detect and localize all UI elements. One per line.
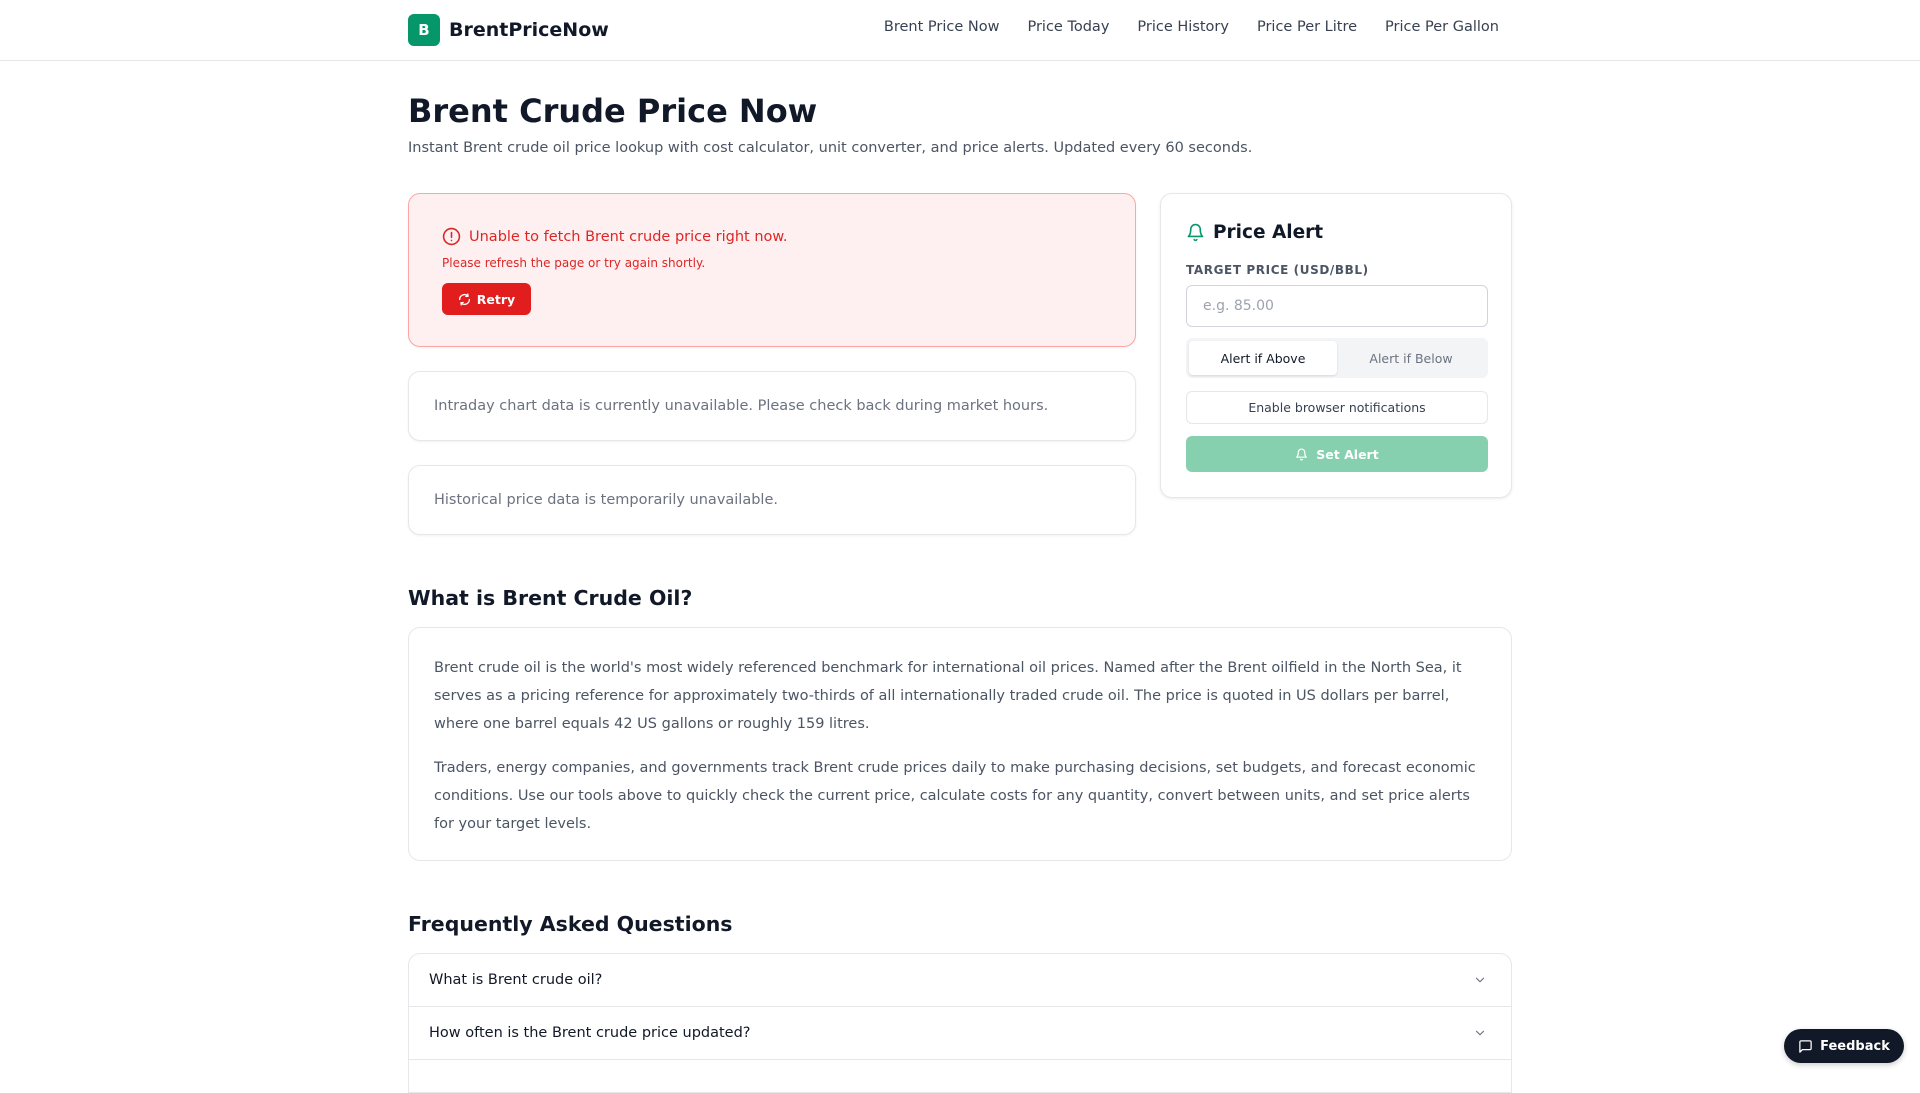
site-header: B BrentPriceNow Brent Price Now Price To… <box>0 0 1920 61</box>
error-heading: Unable to fetch Brent crude price right … <box>442 227 788 246</box>
refresh-icon <box>458 292 471 306</box>
about-section-title: What is Brent Crude Oil? <box>408 586 693 610</box>
feedback-label: Feedback <box>1820 1038 1890 1054</box>
error-title: Unable to fetch Brent crude price right … <box>469 228 788 245</box>
nav-link-price-today[interactable]: Price Today <box>1027 19 1109 35</box>
price-alert-title: Price Alert <box>1213 222 1324 243</box>
historical-data-unavailable-card: Historical price data is temporarily una… <box>408 465 1136 535</box>
price-error-card: Unable to fetch Brent crude price right … <box>408 193 1136 347</box>
brand-logo-link[interactable]: B BrentPriceNow <box>408 14 609 46</box>
faq-item[interactable]: What is Brent crude oil? <box>409 954 1511 1007</box>
chevron-down-icon <box>1473 973 1487 987</box>
faq-item[interactable]: How often is the Brent crude price updat… <box>409 1007 1511 1060</box>
main-nav: Brent Price Now Price Today Price Histor… <box>884 19 1499 35</box>
target-price-input[interactable] <box>1186 285 1488 327</box>
set-alert-label: Set Alert <box>1316 446 1379 462</box>
nav-link-price-per-gallon[interactable]: Price Per Gallon <box>1385 19 1499 35</box>
about-card: Brent crude oil is the world's most wide… <box>408 627 1512 861</box>
faq-item[interactable] <box>409 1060 1511 1092</box>
intraday-chart-unavailable-card: Intraday chart data is currently unavail… <box>408 371 1136 441</box>
retry-label: Retry <box>476 291 516 307</box>
nav-link-price-per-litre[interactable]: Price Per Litre <box>1257 19 1357 35</box>
alert-if-below-button[interactable]: Alert if Below <box>1337 341 1485 375</box>
page-title: Brent Crude Price Now <box>408 92 818 130</box>
set-alert-button[interactable]: Set Alert <box>1186 436 1488 472</box>
enable-notifications-button[interactable]: Enable browser notifications <box>1186 391 1488 424</box>
message-square-icon <box>1798 1039 1813 1054</box>
error-subtitle: Please refresh the page or try again sho… <box>442 256 706 270</box>
intraday-message: Intraday chart data is currently unavail… <box>434 398 1049 414</box>
faq-list: What is Brent crude oil? How often is th… <box>408 953 1512 1093</box>
target-price-label: TARGET PRICE (USD/BBL) <box>1186 263 1369 277</box>
alert-circle-icon <box>442 227 461 246</box>
nav-link-brent-price-now[interactable]: Brent Price Now <box>884 19 1000 35</box>
chevron-down-icon <box>1473 1026 1487 1040</box>
historical-message: Historical price data is temporarily una… <box>434 492 778 508</box>
bell-icon <box>1295 448 1308 461</box>
price-alert-panel: Price Alert TARGET PRICE (USD/BBL) Alert… <box>1160 193 1512 498</box>
retry-button[interactable]: Retry <box>442 283 531 315</box>
about-paragraph: Traders, energy companies, and governmen… <box>434 760 1476 832</box>
alert-direction-toggle: Alert if Above Alert if Below <box>1186 338 1488 378</box>
nav-link-price-history[interactable]: Price History <box>1137 19 1229 35</box>
brand-logo-mark: B <box>408 14 440 46</box>
brand-name: BrentPriceNow <box>449 19 609 41</box>
about-paragraph: Brent crude oil is the world's most wide… <box>434 660 1462 732</box>
page-subtitle: Instant Brent crude oil price lookup wit… <box>408 140 1253 156</box>
alert-if-above-button[interactable]: Alert if Above <box>1189 341 1337 375</box>
faq-question: How often is the Brent crude price updat… <box>429 1025 751 1041</box>
faq-question: What is Brent crude oil? <box>429 972 603 988</box>
faq-section-title: Frequently Asked Questions <box>408 912 733 936</box>
price-alert-heading: Price Alert <box>1186 222 1323 243</box>
bell-icon <box>1186 223 1205 242</box>
feedback-button[interactable]: Feedback <box>1784 1029 1904 1063</box>
